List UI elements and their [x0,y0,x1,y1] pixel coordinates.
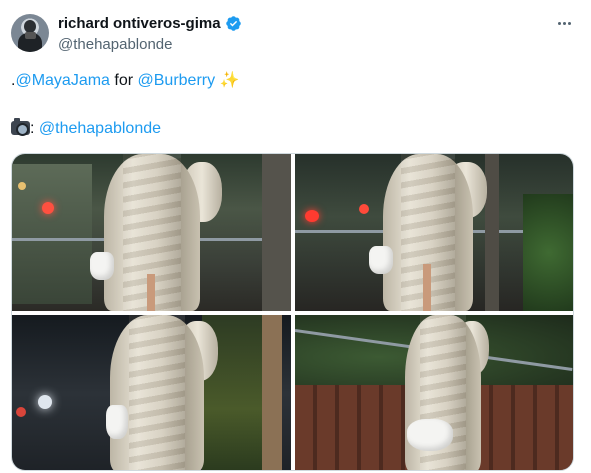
author-name-row: richard ontiveros-gima [58,15,242,32]
light-spot [38,395,52,409]
author-display-name[interactable]: richard ontiveros-gima [58,15,221,32]
verified-badge-icon [225,16,241,31]
avatar[interactable] [11,14,49,52]
text-colon: : [30,120,39,137]
more-options-icon[interactable] [553,14,575,32]
white-bag [369,246,393,274]
avatar-camera [25,32,36,39]
text-middle: for [109,72,138,89]
author-handle[interactable]: @thehapablonde [58,36,173,53]
photo-4[interactable] [295,315,573,470]
mention-link-mayajama[interactable]: @MayaJama [15,72,110,89]
white-bag [90,252,114,280]
light-spot [359,204,369,214]
fur-coat [110,315,204,470]
white-bag [407,419,453,451]
photo-3[interactable] [12,315,291,470]
mention-link-burberry[interactable]: @Burberry [138,72,216,89]
tweet-text-line-1: .@MayaJama for @Burberry ✨ [11,71,239,91]
media-grid [11,153,574,471]
door-frame [485,154,499,311]
camera-icon [11,118,30,136]
photo-1[interactable] [12,154,291,311]
light-spot [42,202,54,214]
light-spot [18,182,26,190]
tweet-card: richard ontiveros-gima @thehapablonde .@… [0,0,591,473]
door-frame [262,154,291,311]
photo-2[interactable] [295,154,573,311]
sparkles-icon: ✨ [219,72,240,89]
light-spot [16,407,26,417]
mention-link-thehapablonde[interactable]: @thehapablonde [39,120,161,137]
plant [523,194,573,311]
leg [423,264,431,311]
leg [147,274,155,311]
tweet-text-line-2: : @thehapablonde [11,118,161,139]
light-spot [305,210,319,222]
wood-post [262,315,282,470]
white-bag [106,405,128,439]
